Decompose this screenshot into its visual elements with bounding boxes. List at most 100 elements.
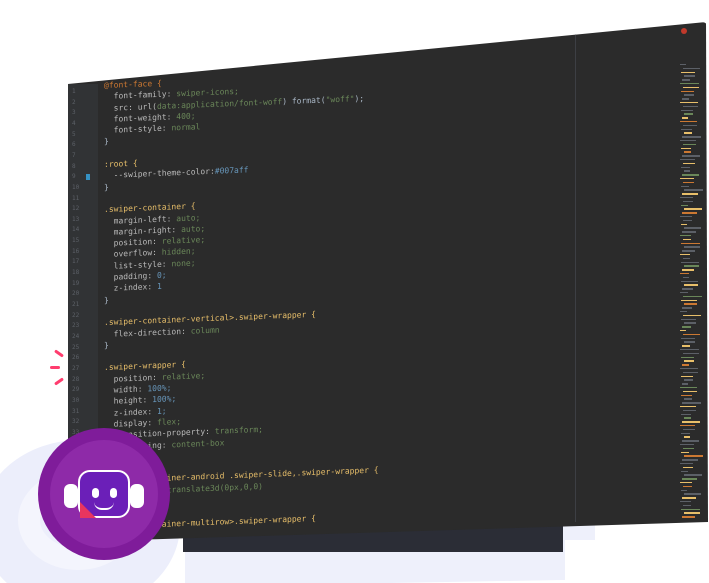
minimap-line [680,159,695,161]
mascot-badge-inner [50,440,158,548]
line-number: 27 [72,364,80,372]
minimap-line [684,360,694,362]
minimap-line [681,432,690,434]
line-number: 1 [72,88,76,95]
code-token: src: url( [104,101,157,113]
minimap-line [684,94,694,96]
minimap-line [681,185,689,187]
minimap-line [683,352,699,355]
line-number: 23 [72,322,80,330]
line-number: 4 [72,119,76,127]
code-token: overflow: [104,248,162,260]
minimap-line [682,478,697,480]
minimap-line [683,371,698,374]
code-token: 1; [156,406,167,416]
minimap-line [683,390,697,393]
code-token: } [104,340,109,350]
line-number: 29 [72,386,80,394]
minimap-line [682,174,699,176]
code-token: } [104,137,109,147]
minimap-line [681,356,694,358]
line-number: 22 [72,311,80,319]
minimap-line [682,212,697,214]
minimap-line [683,86,699,89]
minimap-line [682,497,696,499]
line-number: 7 [72,151,76,159]
minimap-line [683,257,690,260]
line-number: 18 [72,269,80,277]
code-token: transform; [214,425,263,436]
minimap-line [680,140,696,142]
minimap-line [681,147,691,149]
minimap-line [681,223,687,225]
sparkle-icon [54,377,64,386]
minimap-line [682,326,691,328]
minimap-line [681,337,695,339]
minimap-line [684,113,693,115]
code-token: width: [104,384,148,396]
code-token: auto; [181,223,206,234]
minimap-line [680,368,698,370]
minimap-line [682,79,690,81]
minimap-line [680,197,693,199]
minimap-line [681,204,688,206]
minimap-line [681,413,691,415]
code-token: "woff" [325,93,355,105]
minimap-line [684,265,699,267]
minimap-line [682,440,699,442]
minimap-line [680,178,694,180]
line-number: 12 [72,205,80,213]
minimap-line [680,121,697,123]
line-number: 11 [72,194,80,202]
minimap-line [684,208,702,210]
minimap-line [683,238,691,241]
minimap-line [680,216,692,218]
minimap-line [684,170,690,172]
minimap-line [682,345,690,347]
code-token: position: [104,236,162,249]
sparkle-icon [50,366,60,369]
code-token: } [104,182,109,192]
line-number: 10 [72,183,80,191]
minimap-line [682,250,695,252]
minimap-line [680,311,687,313]
breakpoint-marker [86,174,90,180]
minimap-line [684,398,692,400]
code-token: z-index: [104,406,157,418]
code-token: hidden; [161,246,196,258]
minimap[interactable] [680,34,703,522]
code-token: ) format( [282,95,326,106]
minimap-line [681,299,697,301]
minimap-line [680,501,691,503]
minimap-line [684,284,698,286]
line-number: 19 [72,279,80,287]
minimap-line [681,451,689,453]
code-area[interactable]: @font-face { font-family: swiper-icons; … [104,62,574,532]
code-token: z-index: [104,282,157,294]
line-number: 25 [72,343,80,351]
minimap-line [680,387,697,389]
minimap-line [683,428,695,431]
minimap-line [680,463,693,465]
line-number: 14 [72,226,80,234]
code-token: @font-face { [104,78,162,90]
minimap-line [680,292,688,294]
minimap-line [682,98,689,100]
minimap-line [683,124,697,127]
minimap-line [683,314,701,317]
robot-ear-right [130,484,144,508]
robot-eye-left [92,488,99,498]
line-number: 5 [72,130,76,138]
code-token: 400; [176,111,196,122]
minimap-line [683,162,695,165]
minimap-line [682,155,700,157]
minimap-line [681,318,696,320]
minimap-line [682,117,688,119]
code-token: 1 [156,282,162,292]
minimap-line [684,455,703,457]
code-token: normal [171,122,201,133]
minimap-line [682,193,698,195]
minimap-line [681,508,700,510]
minimap-line [684,341,695,343]
minimap-line [683,143,696,146]
